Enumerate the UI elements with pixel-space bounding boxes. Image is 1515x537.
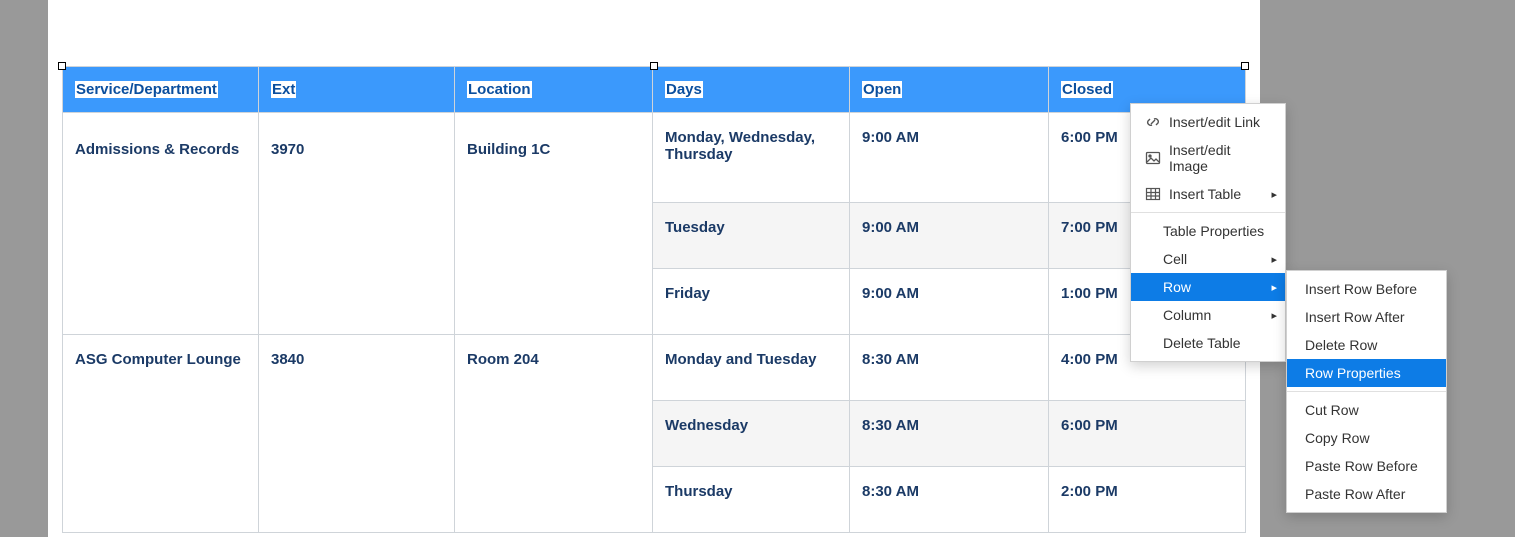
cell-open[interactable]: 8:30 AM <box>850 335 1049 401</box>
cell-ext[interactable]: 3970 <box>259 113 455 335</box>
menu-label: Delete Row <box>1305 337 1377 353</box>
menu-insert-row-before[interactable]: Insert Row Before <box>1287 275 1446 303</box>
submenu-arrow-icon: ▸ <box>1271 253 1277 266</box>
cell-days[interactable]: Monday, Wednesday, Thursday <box>653 113 850 203</box>
menu-separator <box>1287 391 1446 392</box>
cell-open[interactable]: 9:00 AM <box>850 203 1049 269</box>
table-body: Admissions & Records 3970 Building 1C Mo… <box>63 113 1246 533</box>
th-ext-label: Ext <box>271 81 296 98</box>
context-menu-main: Insert/edit Link Insert/edit Image Inser… <box>1130 103 1286 362</box>
cell-service[interactable]: Admissions & Records <box>63 113 259 335</box>
cell-service[interactable]: ASG Computer Lounge <box>63 335 259 533</box>
menu-label: Cell <box>1163 251 1187 267</box>
th-days-label: Days <box>665 81 703 98</box>
cell-days[interactable]: Tuesday <box>653 203 850 269</box>
menu-paste-row-after[interactable]: Paste Row After <box>1287 480 1446 508</box>
menu-label: Cut Row <box>1305 402 1359 418</box>
menu-insert-link[interactable]: Insert/edit Link <box>1131 108 1285 136</box>
submenu-arrow-icon: ▸ <box>1271 188 1277 201</box>
menu-label: Table Properties <box>1163 223 1264 239</box>
cell-open[interactable]: 9:00 AM <box>850 269 1049 335</box>
resize-handle-ne[interactable] <box>1241 62 1249 70</box>
menu-table-properties[interactable]: Table Properties <box>1131 217 1285 245</box>
cell-days[interactable]: Friday <box>653 269 850 335</box>
menu-label: Insert/edit Link <box>1169 114 1260 130</box>
th-open-label: Open <box>862 81 902 98</box>
th-service-label: Service/Department <box>75 81 218 98</box>
menu-column[interactable]: Column ▸ <box>1131 301 1285 329</box>
menu-label: Row <box>1163 279 1191 295</box>
menu-separator <box>1131 212 1285 213</box>
editor-page: Service/Department Ext Location Days Ope… <box>48 0 1260 537</box>
menu-row[interactable]: Row ▸ <box>1131 273 1285 301</box>
menu-label: Row Properties <box>1305 365 1401 381</box>
services-table[interactable]: Service/Department Ext Location Days Ope… <box>62 66 1246 533</box>
cell-closed[interactable]: 2:00 PM <box>1049 467 1246 533</box>
menu-row-properties[interactable]: Row Properties <box>1287 359 1446 387</box>
menu-label: Insert/edit Image <box>1169 142 1271 174</box>
submenu-arrow-icon: ▸ <box>1271 281 1277 294</box>
cell-days[interactable]: Monday and Tuesday <box>653 335 850 401</box>
menu-label: Paste Row After <box>1305 486 1405 502</box>
link-icon <box>1145 114 1161 130</box>
cell-days[interactable]: Wednesday <box>653 401 850 467</box>
table-icon <box>1145 186 1161 202</box>
resize-handle-nw[interactable] <box>58 62 66 70</box>
cell-location[interactable]: Room 204 <box>455 335 653 533</box>
cell-ext[interactable]: 3840 <box>259 335 455 533</box>
th-closed-label: Closed <box>1061 81 1113 98</box>
menu-label: Copy Row <box>1305 430 1370 446</box>
th-ext[interactable]: Ext <box>259 67 455 113</box>
th-service[interactable]: Service/Department <box>63 67 259 113</box>
menu-cut-row[interactable]: Cut Row <box>1287 396 1446 424</box>
menu-label: Insert Table <box>1169 186 1241 202</box>
menu-cell[interactable]: Cell ▸ <box>1131 245 1285 273</box>
th-days[interactable]: Days <box>653 67 850 113</box>
cell-open[interactable]: 9:00 AM <box>850 113 1049 203</box>
context-menu-row-submenu: Insert Row Before Insert Row After Delet… <box>1286 270 1447 513</box>
th-open[interactable]: Open <box>850 67 1049 113</box>
submenu-arrow-icon: ▸ <box>1271 309 1277 322</box>
cell-open[interactable]: 8:30 AM <box>850 467 1049 533</box>
menu-label: Insert Row Before <box>1305 281 1417 297</box>
menu-label: Insert Row After <box>1305 309 1405 325</box>
table-row[interactable]: Admissions & Records 3970 Building 1C Mo… <box>63 113 1246 203</box>
menu-delete-table[interactable]: Delete Table <box>1131 329 1285 357</box>
menu-delete-row[interactable]: Delete Row <box>1287 331 1446 359</box>
cell-location[interactable]: Building 1C <box>455 113 653 335</box>
table-header-row[interactable]: Service/Department Ext Location Days Ope… <box>63 67 1246 113</box>
menu-insert-image[interactable]: Insert/edit Image <box>1131 136 1285 180</box>
menu-label: Column <box>1163 307 1211 323</box>
menu-copy-row[interactable]: Copy Row <box>1287 424 1446 452</box>
cell-closed[interactable]: 6:00 PM <box>1049 401 1246 467</box>
table-row[interactable]: ASG Computer Lounge 3840 Room 204 Monday… <box>63 335 1246 401</box>
cell-days[interactable]: Thursday <box>653 467 850 533</box>
cell-open[interactable]: 8:30 AM <box>850 401 1049 467</box>
th-location-label: Location <box>467 81 532 98</box>
resize-handle-n[interactable] <box>650 62 658 70</box>
menu-label: Paste Row Before <box>1305 458 1418 474</box>
table-selection-wrapper: Service/Department Ext Location Days Ope… <box>62 66 1246 533</box>
menu-label: Delete Table <box>1163 335 1241 351</box>
th-location[interactable]: Location <box>455 67 653 113</box>
menu-insert-row-after[interactable]: Insert Row After <box>1287 303 1446 331</box>
menu-paste-row-before[interactable]: Paste Row Before <box>1287 452 1446 480</box>
image-icon <box>1145 150 1161 166</box>
menu-insert-table[interactable]: Insert Table ▸ <box>1131 180 1285 208</box>
